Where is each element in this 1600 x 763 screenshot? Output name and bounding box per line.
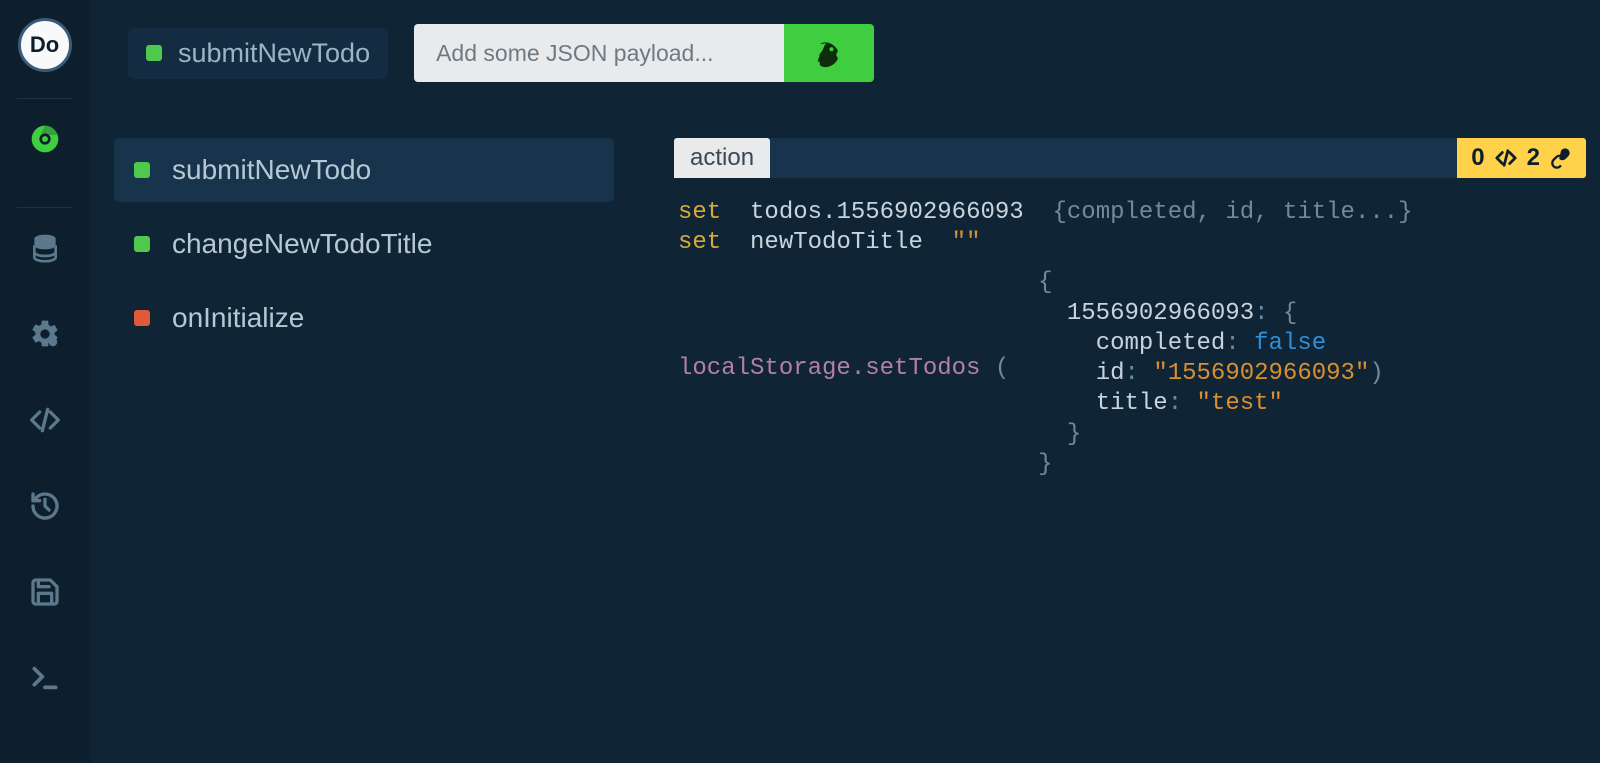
status-indicator — [134, 162, 150, 178]
settings-icon[interactable] — [27, 316, 63, 352]
details-tab-action[interactable]: action — [674, 138, 770, 178]
details-header: action 0 2 — [674, 138, 1586, 178]
action-item-changenewtodotitle[interactable]: changeNewTodoTitle — [114, 212, 614, 276]
action-item-oninitialize[interactable]: onInitialize — [114, 286, 614, 350]
payload-input[interactable] — [414, 24, 784, 82]
status-indicator — [146, 45, 162, 61]
code-icon — [1495, 147, 1517, 169]
avatar[interactable]: Do — [18, 18, 72, 72]
main-panel: submitNewTodo submitNewTodo changeNewTod… — [90, 0, 1600, 763]
save-icon[interactable] — [27, 574, 63, 610]
sidebar-divider-2 — [17, 207, 73, 208]
body-row: submitNewTodo changeNewTodoTitle onIniti… — [90, 106, 1600, 763]
action-trace-code: set todos.1556902966093 {completed, id, … — [674, 178, 1586, 500]
avatar-label: Do — [30, 32, 59, 58]
details-panel: action 0 2 set todos.1556902966093 {comp… — [674, 138, 1586, 763]
action-item-label: onInitialize — [172, 302, 304, 334]
current-action-chip: submitNewTodo — [128, 28, 388, 79]
rocket-icon — [814, 38, 844, 68]
trace-set-line: set todos.1556902966093 {completed, id, … — [678, 198, 1582, 228]
chrome-icon[interactable] — [27, 121, 63, 157]
action-item-label: submitNewTodo — [172, 154, 371, 186]
action-item-submitnewtodo[interactable]: submitNewTodo — [114, 138, 614, 202]
sidebar: Do — [0, 0, 90, 763]
code-icon[interactable] — [27, 402, 63, 438]
payload-row — [414, 24, 874, 82]
run-action-button[interactable] — [784, 24, 874, 82]
status-indicator — [134, 310, 150, 326]
link-icon — [1550, 147, 1572, 169]
counter-left: 0 — [1471, 144, 1484, 172]
action-item-label: changeNewTodoTitle — [172, 228, 432, 260]
action-list: submitNewTodo changeNewTodoTitle onIniti… — [114, 138, 614, 763]
counter-right: 2 — [1527, 144, 1540, 172]
sidebar-divider — [17, 98, 73, 99]
terminal-icon[interactable] — [27, 660, 63, 696]
current-action-name: submitNewTodo — [178, 38, 370, 69]
trace-effect-call: localStorage.setTodos ( { 1556902966093:… — [678, 258, 1582, 480]
trace-set-line: set newTodoTitle "" — [678, 228, 1582, 258]
database-icon[interactable] — [27, 230, 63, 266]
status-indicator — [134, 236, 150, 252]
topbar: submitNewTodo — [90, 0, 1600, 106]
history-icon[interactable] — [27, 488, 63, 524]
details-counter-badge[interactable]: 0 2 — [1457, 138, 1586, 178]
